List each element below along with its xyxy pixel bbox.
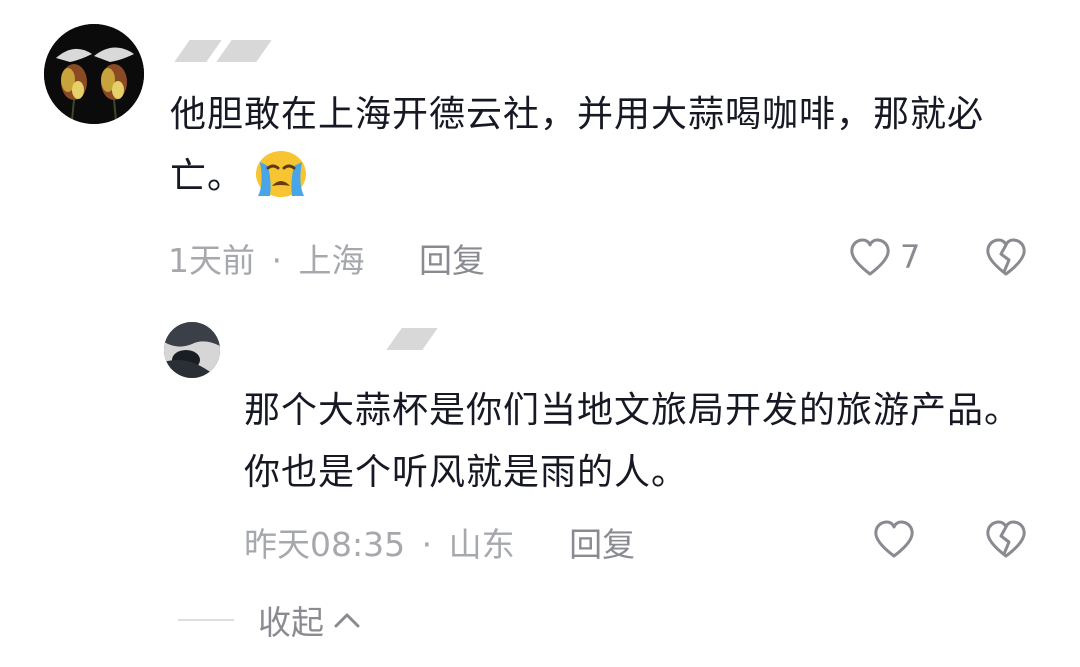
reply-username[interactable] [244,328,444,358]
heart-icon [874,520,914,558]
reply-meta: 昨天08:35 · 山东 回复 [244,518,635,566]
reply-reply-button[interactable]: 回复 [569,525,635,564]
comment-username[interactable] [172,34,352,64]
reply-dislike-button[interactable] [984,518,1028,560]
reply-time: 昨天08:35 [244,525,406,564]
collapse-label: 收起 [258,603,324,642]
broken-heart-icon [986,238,1026,276]
dislike-button[interactable] [984,236,1028,278]
comment-location: 上海 [298,241,365,280]
collapse-replies-button[interactable]: 收起 [178,596,362,644]
loudly-crying-face-icon [252,148,310,200]
reply-avatar[interactable] [164,322,220,378]
meta-separator: · [421,525,433,564]
reply-text: 那个大蒜杯是你们当地文旅局开发的旅游产品。你也是个听风就是雨的人。 [244,390,1022,493]
comment-time: 1天前 [168,241,255,280]
censor-mark [386,328,438,350]
divider-line [178,619,234,621]
broken-heart-icon [986,520,1026,558]
avatar[interactable] [44,24,144,124]
chevron-up-icon [334,613,360,628]
meta-separator: · [271,241,283,280]
comment-text: 他胆敢在上海开德云社，并用大蒜喝咖啡，那就必亡。 [170,84,1050,208]
reply-like-button[interactable] [872,518,916,560]
reply-button[interactable]: 回复 [419,241,485,280]
like-button[interactable]: 7 [848,236,920,278]
censor-mark [174,40,222,62]
reply-location: 山东 [448,525,515,564]
heart-icon [850,238,890,276]
like-count: 7 [900,238,921,276]
censor-mark [216,40,272,62]
comment-meta: 1天前 · 上海 回复 [168,234,485,282]
